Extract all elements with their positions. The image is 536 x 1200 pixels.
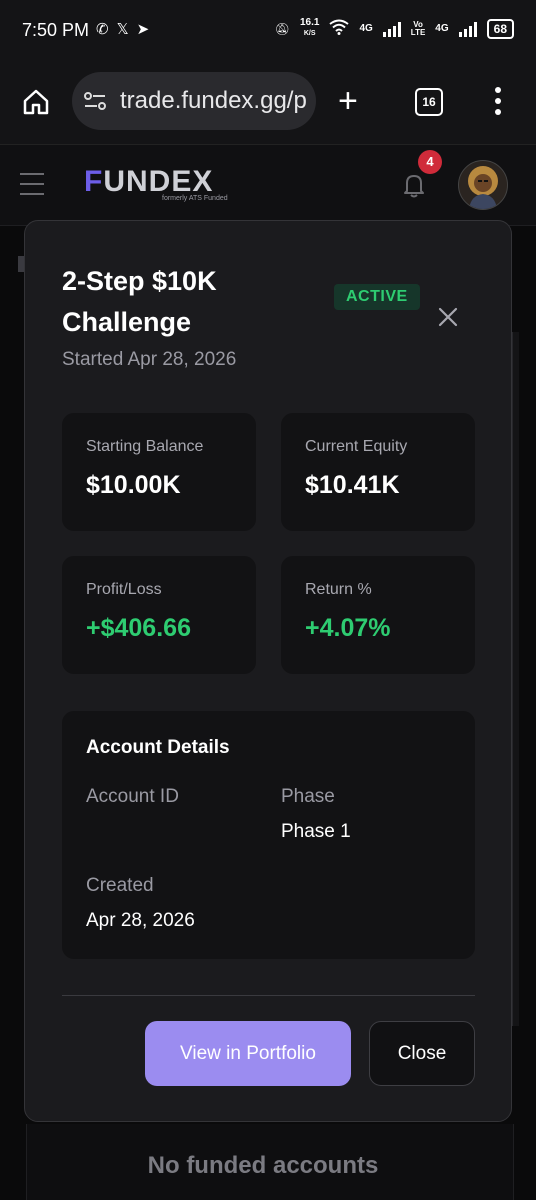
account-details-title: Account Details — [86, 737, 230, 758]
view-in-portfolio-button[interactable]: View in Portfolio — [145, 1021, 351, 1086]
network-4g-label: 4G — [359, 23, 373, 34]
stat-value: $10.00K — [86, 471, 181, 499]
notifications-button[interactable] — [400, 171, 428, 199]
tab-switcher-button[interactable]: 16 — [415, 88, 443, 116]
account-details-card: Account Details Account ID Phase Phase 1… — [62, 711, 475, 959]
close-icon — [438, 307, 458, 327]
browser-toolbar: trade.fundex.gg/p + 16 — [0, 60, 536, 144]
whatsapp-icon: ✆ — [96, 21, 109, 38]
stat-value: +4.07% — [305, 614, 391, 642]
status-badge: ACTIVE — [334, 284, 420, 310]
stat-card-starting-balance: Starting Balance $10.00K — [62, 413, 256, 531]
battery-icon: 68 — [486, 18, 514, 39]
status-bar: 7:50 PM ✆ 𝕏 ➤ 🔕︎ 16.1 K/S 4G Vo LTE 4G 6… — [0, 0, 536, 60]
account-id-label: Account ID — [86, 786, 179, 807]
logo-subtitle: formerly ATS Funded — [162, 195, 228, 202]
stat-label: Starting Balance — [86, 438, 204, 455]
started-date: Started Apr 28, 2026 — [62, 349, 237, 370]
phase-label: Phase — [281, 786, 335, 807]
network-4g-label-2: 4G — [435, 23, 449, 34]
stat-value: +$406.66 — [86, 614, 191, 642]
signal-icon — [382, 21, 401, 37]
mute-icon: 🔕︎ — [274, 21, 290, 36]
phase-value: Phase 1 — [281, 821, 351, 842]
notification-icons: ✆ 𝕏 ➤ — [96, 20, 149, 38]
app-header: FUNDEX formerly ATS Funded — [0, 144, 536, 226]
notification-count-badge: 4 — [418, 150, 442, 174]
user-avatar-icon — [468, 166, 498, 209]
url-text: trade.fundex.gg/p — [120, 87, 307, 114]
empty-state-text: No funded accounts — [147, 1152, 379, 1179]
hamburger-menu-icon[interactable] — [20, 173, 44, 203]
status-right-icons: 🔕︎ 16.1 K/S 4G Vo LTE 4G 68 — [275, 18, 514, 39]
telegram-icon: ➤ — [136, 21, 150, 38]
modal-title: 2-Step $10K Challenge — [62, 266, 217, 337]
modal-divider — [62, 995, 475, 996]
background-panel — [512, 332, 519, 1026]
logo-wordmark: FUNDEX — [84, 167, 228, 197]
volte-bottom: LTE — [410, 27, 426, 37]
bell-icon — [404, 175, 424, 198]
net-speed-value: 16.1 — [299, 17, 320, 28]
avatar[interactable] — [458, 160, 508, 210]
net-speed-unit: K/S — [303, 30, 316, 37]
home-button[interactable] — [22, 88, 50, 116]
x-icon: 𝕏 — [116, 21, 129, 38]
stat-card-current-equity: Current Equity $10.41K — [281, 413, 475, 531]
home-icon — [23, 89, 49, 115]
fundex-logo[interactable]: FUNDEX formerly ATS Funded — [84, 167, 228, 203]
signal-icon-2 — [458, 21, 477, 37]
created-label: Created — [86, 875, 154, 896]
browser-menu-button[interactable] — [495, 87, 503, 120]
stat-label: Return % — [305, 581, 372, 598]
wifi-icon — [329, 19, 350, 38]
net-speed: 16.1 K/S — [300, 18, 319, 39]
logo-accent: F — [84, 165, 104, 198]
new-tab-button[interactable]: + — [338, 84, 358, 118]
created-value: Apr 28, 2026 — [86, 910, 195, 931]
volte-label: Vo LTE — [410, 20, 426, 37]
stat-label: Profit/Loss — [86, 581, 162, 598]
challenge-details-modal: 2-Step $10K Challenge ACTIVE Started Apr… — [24, 220, 512, 1122]
stat-value: $10.41K — [305, 471, 400, 499]
close-button[interactable]: Close — [369, 1021, 475, 1086]
site-settings-icon — [84, 92, 106, 110]
close-modal-button[interactable] — [437, 306, 459, 328]
stat-card-return: Return % +4.07% — [281, 556, 475, 674]
status-time: 7:50 PM — [22, 20, 90, 40]
stat-label: Current Equity — [305, 438, 408, 455]
stat-card-profit-loss: Profit/Loss +$406.66 — [62, 556, 256, 674]
address-bar[interactable]: trade.fundex.gg/p — [72, 72, 316, 130]
logo-text: UNDEX — [103, 165, 214, 198]
